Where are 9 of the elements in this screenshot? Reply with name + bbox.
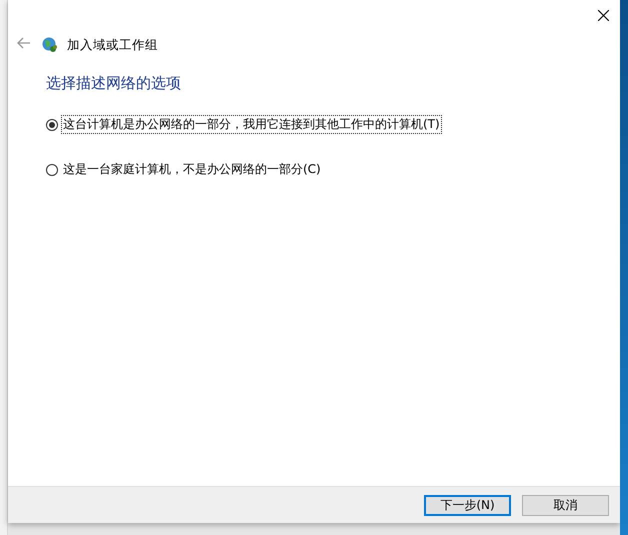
window-title: 加入域或工作组: [67, 36, 158, 54]
radio-option[interactable]: 这是一台家庭计算机，不是办公网络的一部分(C): [46, 160, 323, 179]
section-heading: 选择描述网络的选项: [46, 74, 182, 93]
cancel-button[interactable]: 取消: [522, 494, 609, 516]
radio-button[interactable]: [46, 164, 58, 176]
radio-button[interactable]: [46, 118, 58, 130]
globe-network-icon: [42, 36, 59, 54]
close-icon: [598, 10, 608, 20]
next-button[interactable]: 下一步(N): [424, 494, 511, 516]
